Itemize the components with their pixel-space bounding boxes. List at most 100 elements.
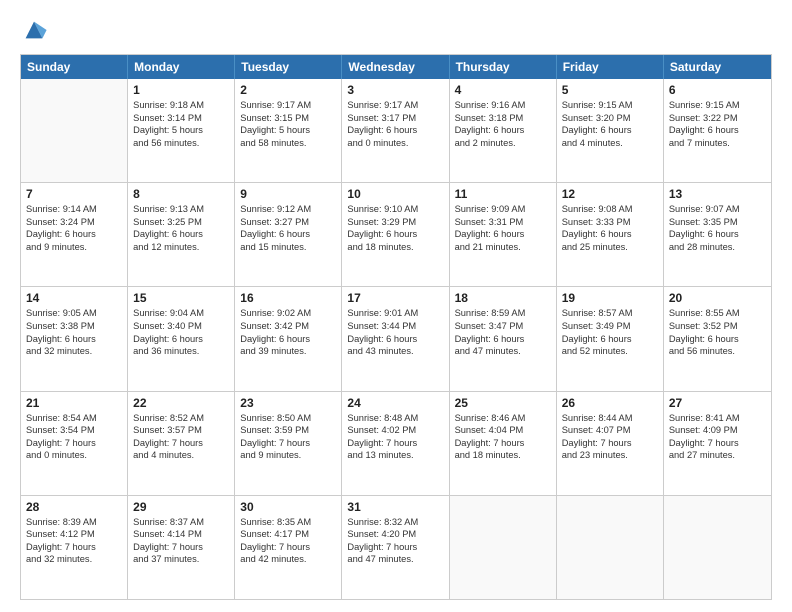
cell-line: Sunrise: 9:08 AM xyxy=(562,203,658,216)
calendar-cell: 31Sunrise: 8:32 AMSunset: 4:20 PMDayligh… xyxy=(342,496,449,599)
cell-line: Sunrise: 9:12 AM xyxy=(240,203,336,216)
cell-line: Sunset: 4:20 PM xyxy=(347,528,443,541)
day-number: 11 xyxy=(455,187,551,201)
cell-line: Daylight: 5 hours xyxy=(240,124,336,137)
calendar-cell: 28Sunrise: 8:39 AMSunset: 4:12 PMDayligh… xyxy=(21,496,128,599)
calendar-cell: 18Sunrise: 8:59 AMSunset: 3:47 PMDayligh… xyxy=(450,287,557,390)
calendar-cell xyxy=(557,496,664,599)
day-number: 31 xyxy=(347,500,443,514)
calendar-cell: 19Sunrise: 8:57 AMSunset: 3:49 PMDayligh… xyxy=(557,287,664,390)
cell-line: Sunrise: 9:15 AM xyxy=(562,99,658,112)
cell-line: Daylight: 6 hours xyxy=(562,333,658,346)
calendar-cell: 13Sunrise: 9:07 AMSunset: 3:35 PMDayligh… xyxy=(664,183,771,286)
cell-line: and 21 minutes. xyxy=(455,241,551,254)
calendar-cell: 2Sunrise: 9:17 AMSunset: 3:15 PMDaylight… xyxy=(235,79,342,182)
cell-line: and 47 minutes. xyxy=(455,345,551,358)
cell-line: Daylight: 7 hours xyxy=(26,541,122,554)
cell-line: Sunset: 3:54 PM xyxy=(26,424,122,437)
calendar-cell: 4Sunrise: 9:16 AMSunset: 3:18 PMDaylight… xyxy=(450,79,557,182)
cell-line: Sunrise: 8:35 AM xyxy=(240,516,336,529)
calendar-cell: 26Sunrise: 8:44 AMSunset: 4:07 PMDayligh… xyxy=(557,392,664,495)
calendar-cell: 7Sunrise: 9:14 AMSunset: 3:24 PMDaylight… xyxy=(21,183,128,286)
header xyxy=(20,16,772,44)
cell-line: Sunset: 3:49 PM xyxy=(562,320,658,333)
calendar-cell: 23Sunrise: 8:50 AMSunset: 3:59 PMDayligh… xyxy=(235,392,342,495)
cell-line: Sunset: 3:40 PM xyxy=(133,320,229,333)
day-number: 13 xyxy=(669,187,766,201)
cell-line: and 9 minutes. xyxy=(26,241,122,254)
cell-line: Daylight: 6 hours xyxy=(455,124,551,137)
cell-line: Sunset: 3:44 PM xyxy=(347,320,443,333)
cell-line: and 12 minutes. xyxy=(133,241,229,254)
calendar-cell: 12Sunrise: 9:08 AMSunset: 3:33 PMDayligh… xyxy=(557,183,664,286)
day-number: 7 xyxy=(26,187,122,201)
cell-line: Daylight: 7 hours xyxy=(669,437,766,450)
cell-line: Sunrise: 8:52 AM xyxy=(133,412,229,425)
cell-line: Sunset: 3:35 PM xyxy=(669,216,766,229)
cell-line: and 28 minutes. xyxy=(669,241,766,254)
cell-line: Sunset: 4:04 PM xyxy=(455,424,551,437)
cell-line: Sunrise: 9:02 AM xyxy=(240,307,336,320)
day-number: 16 xyxy=(240,291,336,305)
calendar-cell: 8Sunrise: 9:13 AMSunset: 3:25 PMDaylight… xyxy=(128,183,235,286)
logo-icon xyxy=(20,16,48,44)
header-day-sunday: Sunday xyxy=(21,55,128,79)
cell-line: Sunset: 3:31 PM xyxy=(455,216,551,229)
cell-line: and 0 minutes. xyxy=(26,449,122,462)
cell-line: Daylight: 6 hours xyxy=(562,228,658,241)
cell-line: Daylight: 6 hours xyxy=(26,333,122,346)
calendar-cell: 30Sunrise: 8:35 AMSunset: 4:17 PMDayligh… xyxy=(235,496,342,599)
header-day-thursday: Thursday xyxy=(450,55,557,79)
logo xyxy=(20,16,52,44)
cell-line: Sunset: 3:24 PM xyxy=(26,216,122,229)
day-number: 19 xyxy=(562,291,658,305)
calendar-cell: 9Sunrise: 9:12 AMSunset: 3:27 PMDaylight… xyxy=(235,183,342,286)
cell-line: Daylight: 7 hours xyxy=(347,541,443,554)
calendar-cell xyxy=(664,496,771,599)
day-number: 12 xyxy=(562,187,658,201)
cell-line: and 0 minutes. xyxy=(347,137,443,150)
day-number: 5 xyxy=(562,83,658,97)
day-number: 4 xyxy=(455,83,551,97)
header-day-saturday: Saturday xyxy=(664,55,771,79)
cell-line: Sunrise: 9:13 AM xyxy=(133,203,229,216)
header-day-tuesday: Tuesday xyxy=(235,55,342,79)
cell-line: Sunset: 4:09 PM xyxy=(669,424,766,437)
day-number: 24 xyxy=(347,396,443,410)
cell-line: Daylight: 6 hours xyxy=(347,124,443,137)
cell-line: Daylight: 6 hours xyxy=(669,124,766,137)
day-number: 20 xyxy=(669,291,766,305)
cell-line: Daylight: 6 hours xyxy=(240,333,336,346)
cell-line: Sunrise: 9:05 AM xyxy=(26,307,122,320)
cell-line: Daylight: 6 hours xyxy=(455,333,551,346)
cell-line: and 58 minutes. xyxy=(240,137,336,150)
day-number: 22 xyxy=(133,396,229,410)
cell-line: Daylight: 7 hours xyxy=(133,541,229,554)
cell-line: Sunrise: 8:59 AM xyxy=(455,307,551,320)
calendar-header: SundayMondayTuesdayWednesdayThursdayFrid… xyxy=(21,55,771,79)
cell-line: and 39 minutes. xyxy=(240,345,336,358)
cell-line: Daylight: 7 hours xyxy=(26,437,122,450)
cell-line: Sunset: 3:38 PM xyxy=(26,320,122,333)
cell-line: Sunrise: 9:16 AM xyxy=(455,99,551,112)
cell-line: and 37 minutes. xyxy=(133,553,229,566)
cell-line: Daylight: 7 hours xyxy=(240,541,336,554)
day-number: 26 xyxy=(562,396,658,410)
cell-line: Sunrise: 8:54 AM xyxy=(26,412,122,425)
cell-line: Daylight: 6 hours xyxy=(669,333,766,346)
calendar-cell: 24Sunrise: 8:48 AMSunset: 4:02 PMDayligh… xyxy=(342,392,449,495)
day-number: 27 xyxy=(669,396,766,410)
cell-line: Daylight: 7 hours xyxy=(455,437,551,450)
cell-line: Sunrise: 9:07 AM xyxy=(669,203,766,216)
calendar-cell xyxy=(450,496,557,599)
cell-line: and 25 minutes. xyxy=(562,241,658,254)
cell-line: Sunset: 3:27 PM xyxy=(240,216,336,229)
cell-line: Sunrise: 9:01 AM xyxy=(347,307,443,320)
calendar-cell: 1Sunrise: 9:18 AMSunset: 3:14 PMDaylight… xyxy=(128,79,235,182)
day-number: 9 xyxy=(240,187,336,201)
cell-line: and 4 minutes. xyxy=(133,449,229,462)
cell-line: Sunrise: 8:44 AM xyxy=(562,412,658,425)
calendar-body: 1Sunrise: 9:18 AMSunset: 3:14 PMDaylight… xyxy=(21,79,771,599)
cell-line: Daylight: 7 hours xyxy=(347,437,443,450)
cell-line: Sunset: 3:59 PM xyxy=(240,424,336,437)
